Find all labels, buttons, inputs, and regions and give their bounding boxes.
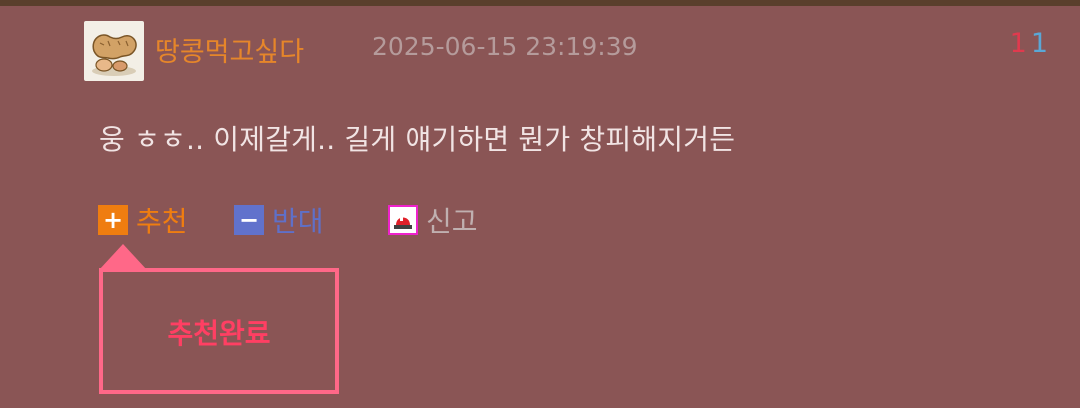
oppose-button[interactable]: − 반대 [234,198,324,242]
comment-timestamp: 2025-06-15 23:19:39 [372,32,638,61]
comment-body: 웅 ㅎㅎ.. 이제갈게.. 길게 얘기하면 뭔가 창피해지거든 [99,123,736,156]
minus-icon: − [234,205,264,235]
recommend-label: 추천 [136,205,188,238]
oppose-label: 반대 [272,205,324,238]
report-button[interactable]: 신고 [388,198,478,242]
report-label: 신고 [426,205,478,238]
recommend-complete-popup: 추천완료 [99,268,339,394]
downvote-count: 1 [1030,28,1048,59]
siren-icon [388,205,418,235]
popup-message: 추천완료 [167,317,271,350]
peanut-icon [92,34,137,76]
vote-counts: 11 [1010,28,1048,59]
recommend-button[interactable]: + 추천 [98,198,188,242]
avatar[interactable] [84,21,144,81]
comment-actions: + 추천 − 반대 신고 [98,198,598,242]
popup-arrow [99,244,147,270]
author-name[interactable]: 땅콩먹고싶다 [155,30,304,69]
comment-item: 땅콩먹고싶다 2025-06-15 23:19:39 11 웅 ㅎㅎ.. 이제갈… [0,6,1080,408]
upvote-count: 1 [1009,28,1027,59]
plus-icon: + [98,205,128,235]
